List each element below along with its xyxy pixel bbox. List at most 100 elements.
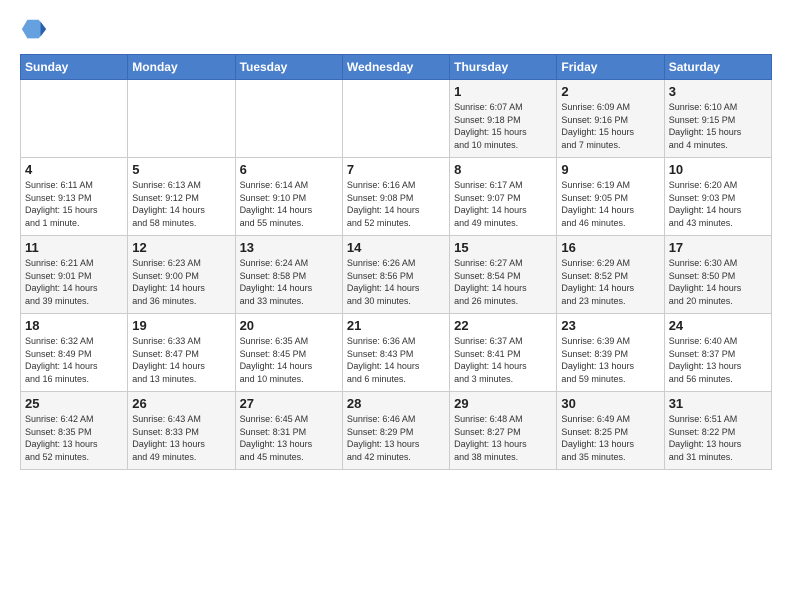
week-row-2: 4Sunrise: 6:11 AM Sunset: 9:13 PM Daylig… [21,158,772,236]
day-number: 18 [25,318,123,333]
calendar-cell: 29 Sunrise: 6:48 AM Sunset: 8:27 PM Dayli… [450,392,557,470]
day-number: 14 [347,240,445,255]
page-container: SundayMondayTuesdayWednesdayThursdayFrid… [0,0,792,480]
day-info: Sunrise: 6:20 AM Sunset: 9:03 PM Dayligh… [669,179,767,229]
header-row: SundayMondayTuesdayWednesdayThursdayFrid… [21,55,772,80]
day-number: 9 [561,162,659,177]
calendar-cell: 16 Sunrise: 6:29 AM Sunset: 8:52 PM Dayli… [557,236,664,314]
day-info: Sunrise: 6:14 AM Sunset: 9:10 PM Dayligh… [240,179,338,229]
day-info: Sunrise: 6:51 AM Sunset: 8:22 PM Dayligh… [669,413,767,463]
day-number: 30 [561,396,659,411]
calendar-cell [235,80,342,158]
calendar-cell: 13 Sunrise: 6:24 AM Sunset: 8:58 PM Dayli… [235,236,342,314]
calendar-cell: 9 Sunrise: 6:19 AM Sunset: 9:05 PM Daylig… [557,158,664,236]
calendar-cell: 14 Sunrise: 6:26 AM Sunset: 8:56 PM Dayli… [342,236,449,314]
calendar-cell: 5Sunrise: 6:13 AM Sunset: 9:12 PM Daylig… [128,158,235,236]
calendar-cell: 1Sunrise: 6:07 AM Sunset: 9:18 PM Daylig… [450,80,557,158]
calendar-cell: 18 Sunrise: 6:32 AM Sunset: 8:49 PM Dayli… [21,314,128,392]
day-info: Sunrise: 6:24 AM Sunset: 8:58 PM Dayligh… [240,257,338,307]
day-number: 16 [561,240,659,255]
day-number: 6 [240,162,338,177]
day-header-sunday: Sunday [21,55,128,80]
day-number: 15 [454,240,552,255]
calendar-cell: 12 Sunrise: 6:23 AM Sunset: 9:00 PM Dayli… [128,236,235,314]
day-info: Sunrise: 6:37 AM Sunset: 8:41 PM Dayligh… [454,335,552,385]
day-info: Sunrise: 6:29 AM Sunset: 8:52 PM Dayligh… [561,257,659,307]
day-number: 12 [132,240,230,255]
day-number: 19 [132,318,230,333]
week-row-1: 1Sunrise: 6:07 AM Sunset: 9:18 PM Daylig… [21,80,772,158]
day-header-wednesday: Wednesday [342,55,449,80]
day-info: Sunrise: 6:43 AM Sunset: 8:33 PM Dayligh… [132,413,230,463]
calendar-cell: 15 Sunrise: 6:27 AM Sunset: 8:54 PM Dayli… [450,236,557,314]
day-info: Sunrise: 6:42 AM Sunset: 8:35 PM Dayligh… [25,413,123,463]
calendar-cell: 19 Sunrise: 6:33 AM Sunset: 8:47 PM Dayli… [128,314,235,392]
week-row-5: 25Sunrise: 6:42 AM Sunset: 8:35 PM Dayli… [21,392,772,470]
day-number: 17 [669,240,767,255]
calendar-cell: 4Sunrise: 6:11 AM Sunset: 9:13 PM Daylig… [21,158,128,236]
day-number: 29 [454,396,552,411]
day-number: 31 [669,396,767,411]
calendar-cell: 17 Sunrise: 6:30 AM Sunset: 8:50 PM Dayli… [664,236,771,314]
day-number: 11 [25,240,123,255]
calendar-cell: 20 Sunrise: 6:35 AM Sunset: 8:45 PM Dayli… [235,314,342,392]
calendar-cell [21,80,128,158]
calendar-cell: 21Sunrise: 6:36 AM Sunset: 8:43 PM Dayli… [342,314,449,392]
calendar-cell: 3 Sunrise: 6:10 AM Sunset: 9:15 PM Daylig… [664,80,771,158]
day-header-saturday: Saturday [664,55,771,80]
calendar-cell: 2Sunrise: 6:09 AM Sunset: 9:16 PM Daylig… [557,80,664,158]
day-number: 27 [240,396,338,411]
calendar-header: SundayMondayTuesdayWednesdayThursdayFrid… [21,55,772,80]
day-number: 28 [347,396,445,411]
calendar-cell: 10Sunrise: 6:20 AM Sunset: 9:03 PM Dayli… [664,158,771,236]
calendar-cell: 7 Sunrise: 6:16 AM Sunset: 9:08 PM Daylig… [342,158,449,236]
day-number: 7 [347,162,445,177]
day-number: 13 [240,240,338,255]
day-number: 5 [132,162,230,177]
day-number: 24 [669,318,767,333]
day-info: Sunrise: 6:10 AM Sunset: 9:15 PM Dayligh… [669,101,767,151]
day-number: 3 [669,84,767,99]
calendar-cell: 22Sunrise: 6:37 AM Sunset: 8:41 PM Dayli… [450,314,557,392]
calendar-cell: 30Sunrise: 6:49 AM Sunset: 8:25 PM Dayli… [557,392,664,470]
day-number: 4 [25,162,123,177]
calendar-cell: 23Sunrise: 6:39 AM Sunset: 8:39 PM Dayli… [557,314,664,392]
day-info: Sunrise: 6:32 AM Sunset: 8:49 PM Dayligh… [25,335,123,385]
day-number: 20 [240,318,338,333]
day-number: 23 [561,318,659,333]
day-info: Sunrise: 6:17 AM Sunset: 9:07 PM Dayligh… [454,179,552,229]
day-info: Sunrise: 6:26 AM Sunset: 8:56 PM Dayligh… [347,257,445,307]
day-info: Sunrise: 6:40 AM Sunset: 8:37 PM Dayligh… [669,335,767,385]
calendar-cell [128,80,235,158]
day-info: Sunrise: 6:19 AM Sunset: 9:05 PM Dayligh… [561,179,659,229]
week-row-3: 11 Sunrise: 6:21 AM Sunset: 9:01 PM Dayli… [21,236,772,314]
day-number: 1 [454,84,552,99]
day-info: Sunrise: 6:48 AM Sunset: 8:27 PM Dayligh… [454,413,552,463]
day-info: Sunrise: 6:27 AM Sunset: 8:54 PM Dayligh… [454,257,552,307]
day-header-thursday: Thursday [450,55,557,80]
calendar-cell: 27 Sunrise: 6:45 AM Sunset: 8:31 PM Dayli… [235,392,342,470]
day-header-tuesday: Tuesday [235,55,342,80]
calendar-cell: 26Sunrise: 6:43 AM Sunset: 8:33 PM Dayli… [128,392,235,470]
day-info: Sunrise: 6:46 AM Sunset: 8:29 PM Dayligh… [347,413,445,463]
day-info: Sunrise: 6:16 AM Sunset: 9:08 PM Dayligh… [347,179,445,229]
calendar-cell: 31 Sunrise: 6:51 AM Sunset: 8:22 PM Dayli… [664,392,771,470]
calendar-cell: 8Sunrise: 6:17 AM Sunset: 9:07 PM Daylig… [450,158,557,236]
day-info: Sunrise: 6:23 AM Sunset: 9:00 PM Dayligh… [132,257,230,307]
header [20,16,772,44]
week-row-4: 18 Sunrise: 6:32 AM Sunset: 8:49 PM Dayli… [21,314,772,392]
day-header-friday: Friday [557,55,664,80]
day-header-monday: Monday [128,55,235,80]
day-info: Sunrise: 6:09 AM Sunset: 9:16 PM Dayligh… [561,101,659,151]
day-info: Sunrise: 6:30 AM Sunset: 8:50 PM Dayligh… [669,257,767,307]
day-info: Sunrise: 6:21 AM Sunset: 9:01 PM Dayligh… [25,257,123,307]
calendar-cell: 6 Sunrise: 6:14 AM Sunset: 9:10 PM Daylig… [235,158,342,236]
logo-icon [20,16,48,44]
calendar-cell: 11 Sunrise: 6:21 AM Sunset: 9:01 PM Dayli… [21,236,128,314]
day-info: Sunrise: 6:33 AM Sunset: 8:47 PM Dayligh… [132,335,230,385]
calendar-cell: 24 Sunrise: 6:40 AM Sunset: 8:37 PM Dayli… [664,314,771,392]
day-info: Sunrise: 6:36 AM Sunset: 8:43 PM Dayligh… [347,335,445,385]
calendar-cell: 25Sunrise: 6:42 AM Sunset: 8:35 PM Dayli… [21,392,128,470]
day-info: Sunrise: 6:45 AM Sunset: 8:31 PM Dayligh… [240,413,338,463]
day-info: Sunrise: 6:35 AM Sunset: 8:45 PM Dayligh… [240,335,338,385]
